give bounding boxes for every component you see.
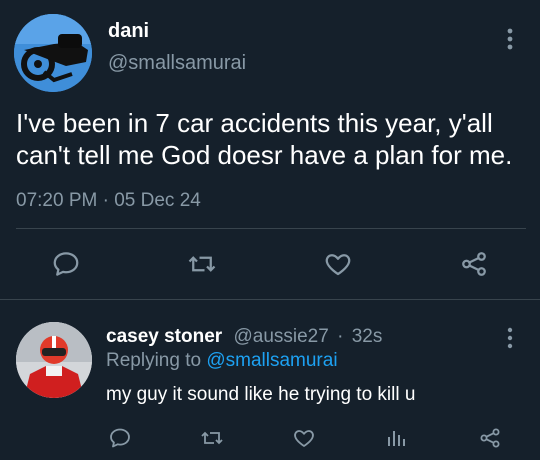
reply-icon[interactable] [48, 246, 84, 282]
reply-icon[interactable] [102, 420, 138, 456]
divider [16, 228, 526, 229]
display-name[interactable]: casey stoner [106, 326, 222, 347]
tweet-text: my guy it sound like he trying to kill u [106, 384, 416, 405]
tweet-timestamp[interactable]: 07:20 PM · 05 Dec 24 [16, 190, 201, 212]
more-options-icon[interactable] [500, 26, 520, 52]
replying-prefix: Replying to [106, 350, 202, 371]
user-handle[interactable]: @smallsamurai [108, 52, 246, 75]
tweet-text: I've been in 7 car accidents this year, … [16, 108, 513, 170]
reply-tweet[interactable]: casey stoner @aussie27 · 32s Replying to… [0, 300, 540, 460]
share-icon[interactable] [456, 246, 492, 282]
tweet-age[interactable]: 32s [352, 326, 383, 347]
meta-separator: · [337, 326, 344, 347]
racer-avatar-icon [16, 322, 92, 398]
motorcycle-avatar-icon [14, 14, 92, 92]
more-options-icon[interactable] [500, 326, 520, 350]
retweet-icon[interactable] [194, 420, 230, 456]
main-tweet: dani @smallsamurai I've been in 7 car ac… [0, 0, 540, 300]
replying-to: Replying to @smallsamurai [106, 350, 338, 372]
mention-link[interactable]: @smallsamurai [206, 350, 337, 371]
avatar[interactable] [16, 322, 92, 398]
avatar[interactable] [14, 14, 92, 92]
like-icon[interactable] [320, 246, 356, 282]
user-handle[interactable]: @aussie27 [233, 326, 328, 347]
like-icon[interactable] [286, 420, 322, 456]
display-name[interactable]: dani [108, 20, 149, 43]
reply-header: casey stoner @aussie27 · 32s [106, 326, 382, 348]
share-icon[interactable] [472, 420, 508, 456]
analytics-icon[interactable] [378, 420, 414, 456]
retweet-icon[interactable] [184, 246, 220, 282]
